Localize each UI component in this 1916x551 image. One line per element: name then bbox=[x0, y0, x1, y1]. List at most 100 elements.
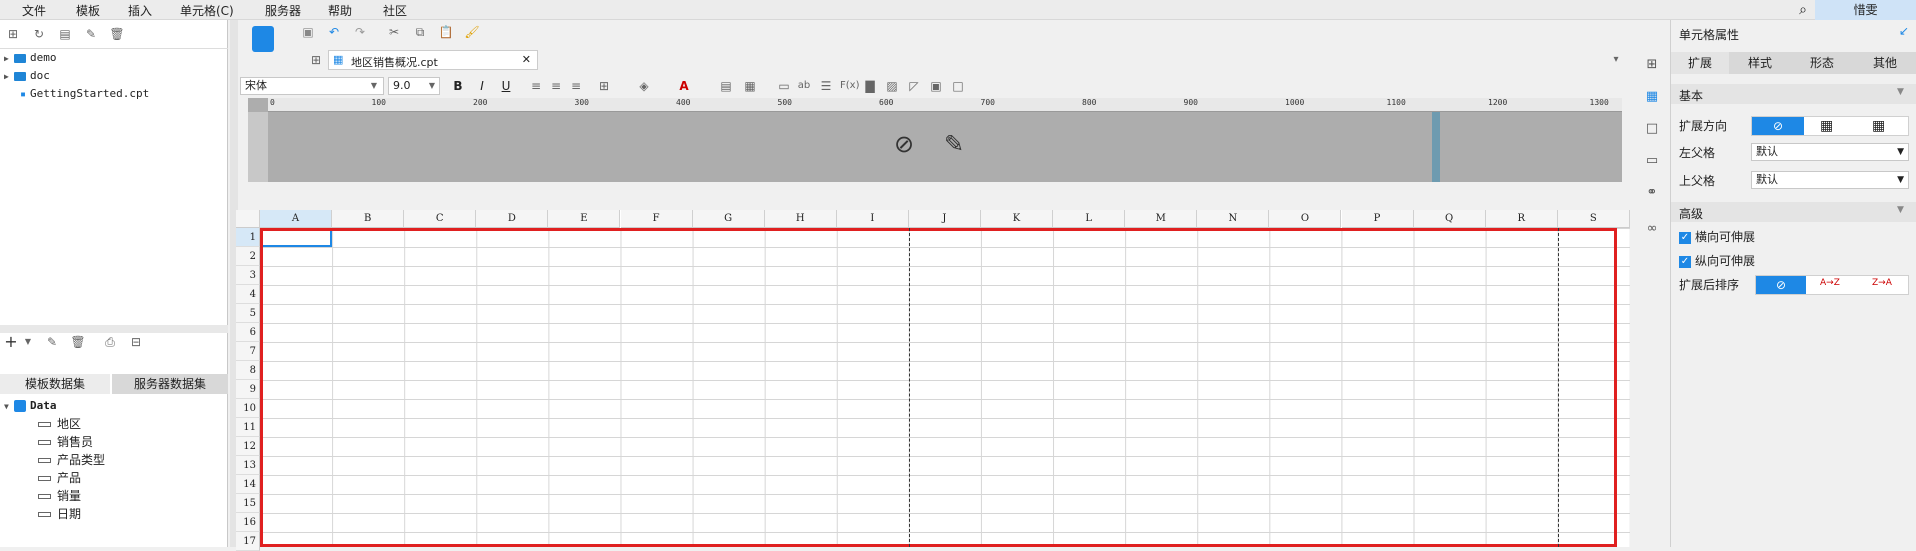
row-header[interactable]: 3 bbox=[236, 266, 260, 285]
row-header[interactable]: 2 bbox=[236, 247, 260, 266]
column-header[interactable]: A bbox=[260, 210, 333, 228]
upper-parent-select[interactable]: 默认 ▼ bbox=[1751, 171, 1909, 189]
tab-expand[interactable]: 扩展 bbox=[1671, 52, 1729, 74]
chevron-down-icon[interactable]: ▼ bbox=[366, 78, 382, 94]
rich-text-icon[interactable]: ☰ bbox=[818, 78, 834, 94]
row-header[interactable]: 7 bbox=[236, 342, 260, 361]
left-parent-select[interactable]: 默认 ▼ bbox=[1751, 143, 1909, 161]
align-center-icon[interactable]: ≡ bbox=[548, 78, 564, 94]
spreadsheet-grid[interactable]: ABCDEFGHIJKLMNOPQRS 1 2 3 4 5 6 7 8 9 10 11 12 13 14 1… bbox=[236, 210, 1630, 551]
menu-cell[interactable]: 单元格(C) bbox=[180, 2, 234, 19]
column-header[interactable]: E bbox=[548, 210, 621, 228]
collapse-arrow-icon[interactable]: ▼ bbox=[4, 399, 14, 415]
chevron-down-icon[interactable]: ▼ bbox=[20, 334, 36, 350]
undo-icon[interactable]: ↶ bbox=[326, 24, 342, 40]
menu-community[interactable]: 社区 bbox=[383, 2, 407, 19]
column-header[interactable]: M bbox=[1125, 210, 1198, 228]
chevron-down-icon[interactable]: ▼ bbox=[1897, 205, 1904, 215]
paste-icon[interactable]: 📋 bbox=[438, 24, 454, 40]
expand-arrow-icon[interactable]: ▶ bbox=[4, 69, 14, 85]
hyperlink-panel-icon[interactable]: ⚭ bbox=[1643, 184, 1661, 202]
column-header[interactable]: R bbox=[1485, 210, 1558, 228]
template-menu-icon[interactable] bbox=[252, 26, 274, 52]
sort-ascending-icon[interactable]: A→Z bbox=[1820, 278, 1840, 288]
vertical-expand-icon[interactable]: ▦ bbox=[1820, 118, 1833, 134]
copy-icon[interactable]: ⧉ bbox=[412, 24, 428, 40]
menu-template[interactable]: 模板 bbox=[76, 2, 100, 19]
bold-icon[interactable]: B bbox=[450, 78, 466, 94]
row-header[interactable]: 16 bbox=[236, 513, 260, 532]
tab-style[interactable]: 样式 bbox=[1729, 52, 1791, 74]
menu-file[interactable]: 文件 bbox=[22, 2, 46, 19]
column-header[interactable]: H bbox=[764, 210, 837, 228]
select-all-corner[interactable] bbox=[236, 210, 260, 228]
column-header[interactable]: L bbox=[1053, 210, 1126, 228]
row-header[interactable]: 6 bbox=[236, 323, 260, 342]
row-header[interactable]: 14 bbox=[236, 475, 260, 494]
widget-panel-icon[interactable]: □ bbox=[1643, 120, 1661, 138]
section-basic-header[interactable]: 基本 ▼ bbox=[1671, 84, 1916, 104]
column-header[interactable]: O bbox=[1269, 210, 1342, 228]
new-folder-icon[interactable]: ⊞ bbox=[5, 26, 21, 42]
font-color-icon[interactable]: A bbox=[676, 78, 692, 94]
menu-server[interactable]: 服务器 bbox=[265, 2, 301, 19]
tab-form[interactable]: 形态 bbox=[1791, 52, 1853, 74]
sort-toggle[interactable]: ⊘ A→Z Z→A bbox=[1755, 275, 1909, 295]
h-expand-checkbox[interactable]: ✓ 横向可伸展 bbox=[1679, 228, 1755, 245]
chart-icon[interactable]: ▇ bbox=[862, 78, 878, 94]
format-painter-icon[interactable]: 🖌 bbox=[464, 24, 480, 40]
user-account[interactable]: 惜雯 bbox=[1815, 0, 1916, 20]
menu-insert[interactable]: 插入 bbox=[128, 2, 152, 19]
font-name-select[interactable]: 宋体 bbox=[240, 77, 384, 95]
row-header[interactable]: 5 bbox=[236, 304, 260, 323]
field-item[interactable]: 日期 bbox=[38, 506, 81, 522]
edit-dataset-icon[interactable]: ✎ bbox=[44, 334, 60, 350]
menu-help[interactable]: 帮助 bbox=[328, 2, 352, 19]
cell-element-icon[interactable]: ⊞ bbox=[308, 52, 324, 68]
merge-cells-icon[interactable]: ▤ bbox=[718, 78, 734, 94]
hide-eye-icon[interactable]: ⊘ bbox=[894, 130, 914, 158]
sort-descending-icon[interactable]: Z→A bbox=[1872, 278, 1892, 288]
row-header[interactable]: 9 bbox=[236, 380, 260, 399]
row-header[interactable]: 17 bbox=[236, 532, 260, 551]
cell-element-panel-icon[interactable]: ⊞ bbox=[1643, 56, 1661, 74]
row-header[interactable]: 12 bbox=[236, 437, 260, 456]
align-right-icon[interactable]: ≡ bbox=[568, 78, 584, 94]
column-header[interactable]: P bbox=[1341, 210, 1414, 228]
field-item[interactable]: 产品类型 bbox=[38, 452, 105, 468]
condition-panel-icon[interactable]: ▭ bbox=[1643, 152, 1661, 170]
field-item[interactable]: 销量 bbox=[38, 488, 81, 504]
document-tab[interactable]: ▦ 地区销售概况.cpt ✕ bbox=[328, 50, 538, 70]
underline-icon[interactable]: U bbox=[498, 78, 514, 94]
column-header[interactable]: D bbox=[476, 210, 549, 228]
column-header[interactable]: J bbox=[908, 210, 981, 228]
column-header[interactable]: S bbox=[1557, 210, 1630, 228]
no-sort-icon[interactable]: ⊘ bbox=[1756, 276, 1806, 294]
unmerge-cells-icon[interactable]: ▦ bbox=[742, 78, 758, 94]
field-item[interactable]: 销售员 bbox=[38, 434, 93, 450]
edit-pencil-icon[interactable]: ✎ bbox=[944, 130, 964, 158]
row-header[interactable]: 8 bbox=[236, 361, 260, 380]
no-expand-icon[interactable]: ⊘ bbox=[1752, 117, 1804, 135]
row-header[interactable]: 11 bbox=[236, 418, 260, 437]
column-header[interactable]: N bbox=[1197, 210, 1270, 228]
chevron-down-icon[interactable]: ▼ bbox=[424, 78, 440, 94]
checkmark-icon[interactable]: ✓ bbox=[1679, 255, 1691, 268]
column-header[interactable]: I bbox=[836, 210, 909, 228]
row-header[interactable]: 1 bbox=[236, 228, 260, 247]
preview-dataset-icon[interactable]: ⎙ bbox=[102, 334, 118, 350]
chevron-down-icon[interactable]: ▼ bbox=[1897, 87, 1904, 97]
tree-item-doc[interactable]: ▶ doc bbox=[4, 68, 50, 84]
text-icon[interactable]: ab bbox=[796, 78, 812, 94]
column-header[interactable]: C bbox=[404, 210, 477, 228]
tab-template-dataset[interactable]: 模板数据集 bbox=[0, 374, 110, 394]
image-icon[interactable]: ▨ bbox=[884, 78, 900, 94]
save-icon[interactable]: ▣ bbox=[300, 24, 316, 40]
subreport-icon[interactable]: ▣ bbox=[928, 78, 944, 94]
horizontal-expand-icon[interactable]: ▦ bbox=[1872, 118, 1885, 134]
connection-icon[interactable]: ⊟ bbox=[128, 334, 144, 350]
add-dataset-icon[interactable]: + bbox=[3, 334, 19, 350]
fill-color-icon[interactable]: ◈ bbox=[636, 78, 652, 94]
formula-icon[interactable]: F(x) bbox=[840, 78, 859, 94]
close-icon[interactable]: ✕ bbox=[522, 53, 531, 66]
